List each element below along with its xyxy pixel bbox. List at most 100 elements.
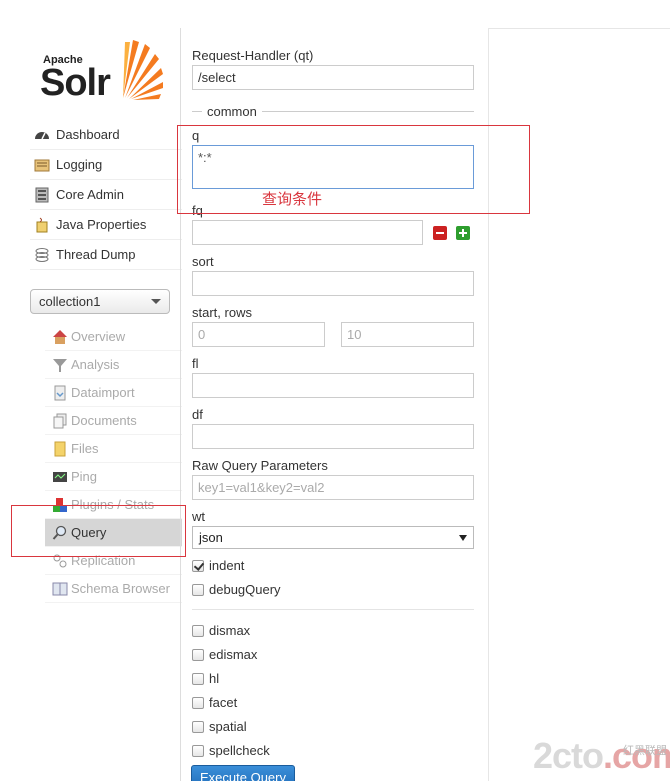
hl-checkbox-row[interactable]: hl (192, 671, 219, 686)
core-nav: Overview Analysis Dataimport Documents F… (45, 323, 182, 603)
annotation-box-q (177, 125, 530, 214)
legend-line-left (192, 111, 202, 112)
nav-label: Thread Dump (56, 247, 136, 262)
spatial-label: spatial (209, 719, 247, 734)
nav-label: Java Properties (56, 217, 147, 232)
facet-label: facet (209, 695, 238, 710)
spatial-checkbox-row[interactable]: spatial (192, 719, 247, 734)
documents-icon (52, 413, 68, 429)
edismax-checkbox-row[interactable]: edismax (192, 647, 257, 662)
ping-icon (52, 469, 68, 485)
site-watermark: 2cto.com 红黑联盟 (533, 738, 670, 778)
core-selector-dropdown[interactable]: collection1 (30, 289, 170, 314)
core-nav-label: Analysis (71, 357, 120, 372)
nav-core-admin[interactable]: Core Admin (30, 180, 182, 210)
facet-checkbox-row[interactable]: facet (192, 695, 237, 710)
core-nav-label: Ping (71, 469, 98, 484)
core-admin-icon (34, 187, 50, 203)
caret-down-icon (459, 534, 467, 541)
debugquery-checkbox[interactable] (192, 583, 204, 596)
annotation-box-query-nav (11, 505, 186, 557)
add-fq-button[interactable] (456, 226, 470, 240)
dashboard-icon (34, 127, 50, 143)
chevron-down-icon (151, 299, 161, 304)
df-input[interactable] (192, 424, 474, 449)
wt-select-value: json (199, 530, 223, 545)
section-separator (192, 609, 474, 610)
solr-logo[interactable]: Apache Solr (40, 38, 165, 108)
indent-checkbox-row[interactable]: indent (192, 558, 244, 573)
plus-icon (459, 229, 467, 237)
nav-thread-dump[interactable]: Thread Dump (30, 240, 182, 270)
fl-input[interactable] (192, 373, 474, 398)
spellcheck-checkbox[interactable] (192, 744, 204, 757)
solr-sun-icon (123, 40, 163, 100)
thread-dump-icon (34, 247, 50, 263)
sort-input[interactable] (192, 271, 474, 296)
nav-label: Core Admin (56, 187, 124, 202)
request-handler-label: Request-Handler (qt) (192, 48, 314, 63)
dismax-checkbox[interactable] (192, 624, 204, 637)
indent-checkbox[interactable] (192, 559, 204, 572)
wt-label: wt (192, 509, 205, 524)
spellcheck-checkbox-row[interactable]: spellcheck (192, 743, 270, 758)
core-selector-value: collection1 (39, 294, 101, 309)
df-label: df (192, 407, 203, 422)
dataimport-icon (52, 385, 68, 401)
main-nav: Dashboard Logging Core Admin Java Proper… (30, 120, 182, 270)
fl-label: fl (192, 356, 199, 371)
raw-query-input[interactable]: key1=val1&key2=val2 (192, 475, 474, 500)
home-icon (52, 329, 68, 345)
edismax-checkbox[interactable] (192, 648, 204, 661)
nav-logging[interactable]: Logging (30, 150, 182, 180)
core-nav-documents[interactable]: Documents (45, 407, 182, 435)
watermark-cn-text: 红黑联盟 (623, 745, 667, 757)
core-nav-files[interactable]: Files (45, 435, 182, 463)
indent-label: indent (209, 558, 245, 573)
fq-input[interactable] (192, 220, 423, 245)
common-legend: common (192, 104, 474, 119)
nav-dashboard[interactable]: Dashboard (30, 120, 182, 150)
spatial-checkbox[interactable] (192, 720, 204, 733)
logo-solr-text: Solr (40, 62, 111, 104)
java-properties-icon (34, 217, 50, 233)
core-nav-dataimport[interactable]: Dataimport (45, 379, 182, 407)
core-nav-label: Documents (71, 413, 137, 428)
remove-fq-button[interactable] (433, 226, 447, 240)
start-rows-label: start, rows (192, 305, 252, 320)
nav-label: Logging (56, 157, 103, 172)
core-nav-overview[interactable]: Overview (45, 323, 182, 351)
legend-line-right (262, 111, 474, 112)
raw-query-label: Raw Query Parameters (192, 458, 328, 473)
debugquery-checkbox-row[interactable]: debugQuery (192, 582, 281, 597)
logging-icon (34, 157, 50, 173)
minus-icon (436, 232, 444, 234)
start-input[interactable]: 0 (192, 322, 325, 347)
facet-checkbox[interactable] (192, 696, 204, 709)
nav-label: Dashboard (56, 127, 120, 142)
dismax-label: dismax (209, 623, 251, 638)
spellcheck-label: spellcheck (209, 743, 270, 758)
core-nav-label: Files (71, 441, 99, 456)
rows-input[interactable]: 10 (341, 322, 474, 347)
core-nav-analysis[interactable]: Analysis (45, 351, 182, 379)
dismax-checkbox-row[interactable]: dismax (192, 623, 250, 638)
debugquery-label: debugQuery (209, 582, 281, 597)
edismax-label: edismax (209, 647, 258, 662)
wt-select[interactable]: json (192, 526, 474, 549)
hl-label: hl (209, 671, 220, 686)
hl-checkbox[interactable] (192, 672, 204, 685)
nav-java-properties[interactable]: Java Properties (30, 210, 182, 240)
core-nav-ping[interactable]: Ping (45, 463, 182, 491)
core-nav-schema-browser[interactable]: Schema Browser (45, 575, 182, 603)
funnel-icon (52, 357, 68, 373)
sort-label: sort (192, 254, 214, 269)
folder-icon (52, 441, 68, 457)
request-handler-input[interactable]: /select (192, 65, 474, 90)
core-nav-label: Dataimport (71, 385, 135, 400)
core-nav-label: Overview (71, 329, 126, 344)
common-legend-text: common (207, 104, 257, 119)
core-nav-label: Schema Browser (71, 581, 170, 596)
results-top-border (488, 28, 670, 29)
execute-query-button[interactable]: Execute Query (191, 765, 295, 781)
